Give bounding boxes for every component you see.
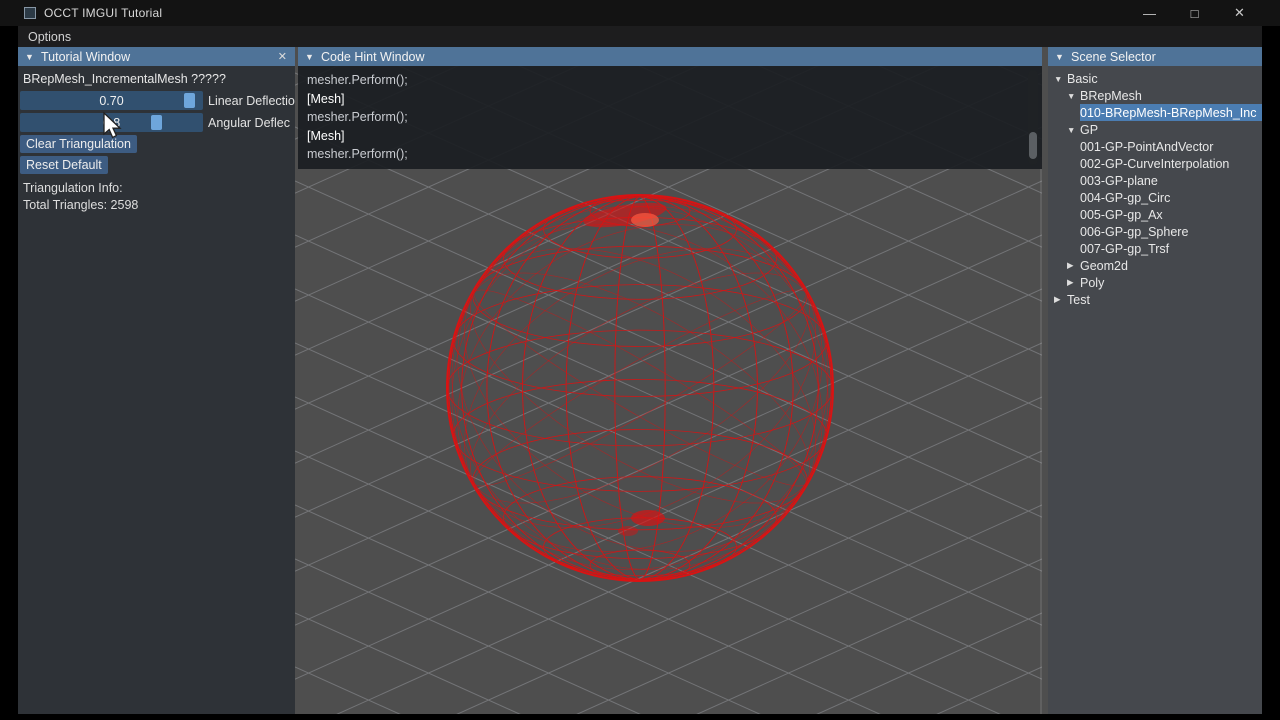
code-line: mesher.Perform(); <box>307 147 408 161</box>
tree-item-007-gp-gp-trsf[interactable]: 007-GP-gp_Trsf <box>1080 240 1262 257</box>
tree-item-brepmesh[interactable]: ▼ BRepMesh <box>1067 87 1262 104</box>
tree-item-gp[interactable]: ▼ GP <box>1067 121 1262 138</box>
tree-item-003-gp-plane[interactable]: 003-GP-plane <box>1080 172 1262 189</box>
angular-deflection-slider[interactable]: 0.8 <box>20 113 203 132</box>
scene-selector-header[interactable]: ▼ Scene Selector <box>1048 47 1262 66</box>
chevron-right-icon[interactable]: ▶ <box>1067 260 1080 271</box>
linear-deflection-row: 0.70 Linear Deflectio <box>20 91 295 110</box>
tree-item-label: GP <box>1080 122 1099 137</box>
total-triangles-label: Total Triangles: 2598 <box>23 198 139 212</box>
triangulation-info-label: Triangulation Info: <box>23 181 123 195</box>
tree-item-label: 001-GP-PointAndVector <box>1080 139 1214 154</box>
app-icon <box>24 7 36 19</box>
tree-item-label: Test <box>1067 292 1090 307</box>
close-icon[interactable]: ✕ <box>276 50 289 63</box>
collapse-arrow-icon[interactable]: ▼ <box>24 52 35 62</box>
code-line: mesher.Perform(); <box>307 110 408 124</box>
tree-item-002-gp-curveinterpolation[interactable]: 002-GP-CurveInterpolation <box>1080 155 1262 172</box>
tutorial-window: ▼ Tutorial Window ✕ BRepMesh_Incremental… <box>18 47 295 714</box>
tree-item-label: 004-GP-gp_Circ <box>1080 190 1171 205</box>
reset-default-button[interactable]: Reset Default <box>20 156 108 174</box>
tree-item-label: 006-GP-gp_Sphere <box>1080 224 1189 239</box>
scene-selector-window: ▼ Scene Selector ▼ Basic ▼ BRepMesh 010-BRep… <box>1048 47 1262 714</box>
scene-tree: ▼ Basic ▼ BRepMesh 010-BRepMesh-BRepMesh_Inc… <box>1048 66 1262 308</box>
code-line: mesher.Perform(); <box>307 73 408 87</box>
tree-item-poly[interactable]: ▶ Poly <box>1067 274 1262 291</box>
code-hint-window-title: Code Hint Window <box>321 49 425 64</box>
maximize-button[interactable]: □ <box>1172 0 1217 26</box>
minimize-button[interactable]: — <box>1127 0 1172 26</box>
slider-value: 0.8 <box>102 115 121 130</box>
tree-item-label: 010-BRepMesh-BRepMesh_Inc <box>1080 105 1257 120</box>
tree-item-001-gp-pointandvector[interactable]: 001-GP-PointAndVector <box>1080 138 1262 155</box>
window-title: OCCT IMGUI Tutorial <box>44 6 163 20</box>
chevron-down-icon[interactable]: ▼ <box>1067 125 1080 135</box>
code-line: [Mesh] <box>307 91 345 106</box>
tree-item-geom2d[interactable]: ▶ Geom2d <box>1067 257 1262 274</box>
tree-item-basic[interactable]: ▼ Basic <box>1054 70 1262 87</box>
tree-item-label: Geom2d <box>1080 258 1128 273</box>
tree-item-label: 002-GP-CurveInterpolation <box>1080 156 1230 171</box>
titlebar: OCCT IMGUI Tutorial — □ ✕ <box>0 0 1280 26</box>
chevron-down-icon[interactable]: ▼ <box>1054 74 1067 84</box>
tree-item-004-gp-gp-circ[interactable]: 004-GP-gp_Circ <box>1080 189 1262 206</box>
window-controls: — □ ✕ <box>1127 0 1262 26</box>
code-hint-window-body: mesher.Perform(); [Mesh] mesher.Perform();… <box>298 66 1042 169</box>
angular-deflection-label: Angular Deflec <box>208 115 290 130</box>
angular-deflection-row: 0.8 Angular Deflec <box>20 113 290 132</box>
code-lines: mesher.Perform(); [Mesh] mesher.Perform();… <box>307 71 1033 164</box>
tutorial-window-body: BRepMesh_IncrementalMesh ????? 0.70 Line… <box>18 66 295 714</box>
app-window: OCCT IMGUI Tutorial — □ ✕ Options ▼ Tuto… <box>0 0 1280 720</box>
code-hint-window-header[interactable]: ▼ Code Hint Window <box>298 47 1042 66</box>
collapse-arrow-icon[interactable]: ▼ <box>1054 52 1065 62</box>
tutorial-window-title: Tutorial Window <box>41 49 131 64</box>
menubar: Options <box>18 26 1262 47</box>
tree-item-label: Basic <box>1067 71 1098 86</box>
code-line: [Mesh] <box>307 128 345 143</box>
tutorial-window-header[interactable]: ▼ Tutorial Window ✕ <box>18 47 295 66</box>
linear-deflection-label: Linear Deflectio <box>208 93 295 108</box>
code-scrollbar-thumb[interactable] <box>1029 132 1037 159</box>
tutorial-heading: BRepMesh_IncrementalMesh ????? <box>23 72 226 86</box>
clear-triangulation-button[interactable]: Clear Triangulation <box>20 135 137 153</box>
slider-value: 0.70 <box>99 93 124 108</box>
tree-item-005-gp-gp-ax[interactable]: 005-GP-gp_Ax <box>1080 206 1262 223</box>
code-scrollbar[interactable] <box>1028 70 1038 165</box>
tree-item-label: Poly <box>1080 275 1105 290</box>
chevron-right-icon[interactable]: ▶ <box>1067 277 1080 288</box>
tree-item-006-gp-gp-sphere[interactable]: 006-GP-gp_Sphere <box>1080 223 1262 240</box>
menu-options[interactable]: Options <box>18 30 81 44</box>
tree-item-label: 007-GP-gp_Trsf <box>1080 241 1170 256</box>
tree-item-test[interactable]: ▶ Test <box>1054 291 1262 308</box>
code-hint-window: ▼ Code Hint Window mesher.Perform(); [Mes… <box>298 47 1042 169</box>
chevron-down-icon[interactable]: ▼ <box>1067 91 1080 101</box>
scene-selector-title: Scene Selector <box>1071 49 1156 64</box>
tree-item-010-brepmesh-brepmesh-inc[interactable]: 010-BRepMesh-BRepMesh_Inc <box>1080 104 1262 121</box>
linear-deflection-slider[interactable]: 0.70 <box>20 91 203 110</box>
tree-item-label: 005-GP-gp_Ax <box>1080 207 1163 222</box>
tree-item-label: 003-GP-plane <box>1080 173 1158 188</box>
tree-item-label: BRepMesh <box>1080 88 1142 103</box>
collapse-arrow-icon[interactable]: ▼ <box>304 52 315 62</box>
close-button[interactable]: ✕ <box>1217 0 1262 26</box>
chevron-right-icon[interactable]: ▶ <box>1054 294 1067 305</box>
